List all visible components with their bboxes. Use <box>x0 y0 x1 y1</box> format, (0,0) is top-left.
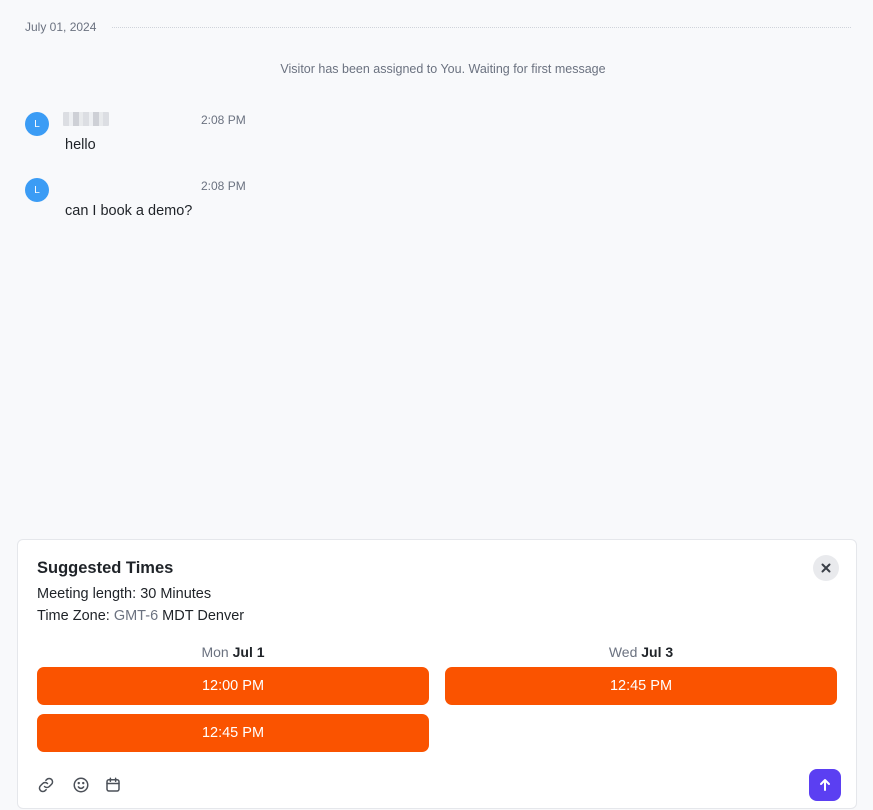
system-message: Visitor has been assigned to You. Waitin… <box>280 62 606 76</box>
day-header: Mon Jul 1 <box>37 644 429 660</box>
day-name: Wed <box>608 644 638 660</box>
day-date: Jul 3 <box>641 644 674 660</box>
avatar: L <box>25 112 49 136</box>
avatar: L <box>25 178 49 202</box>
link-icon[interactable] <box>36 775 56 795</box>
calendar-icon[interactable] <box>103 775 123 795</box>
date-divider-line <box>112 27 851 28</box>
send-button[interactable] <box>809 769 841 801</box>
time-zone: Time Zone: GMT-6 MDT Denver <box>37 608 244 624</box>
time-slot-button[interactable]: 12:00 PM <box>37 667 429 705</box>
sender-name-redacted <box>63 112 109 126</box>
message-time: 2:08 PM <box>201 179 246 193</box>
time-zone-offset: GMT-6 <box>113 608 159 624</box>
meeting-length-label: Meeting length: <box>37 586 137 602</box>
time-zone-name: MDT Denver <box>162 608 245 624</box>
send-arrow-up-icon <box>818 778 832 792</box>
time-zone-label: Time Zone: <box>37 608 110 624</box>
date-divider: July 01, 2024 <box>25 18 851 36</box>
meeting-length: Meeting length: 30 Minutes <box>37 586 211 602</box>
message-text: hello <box>65 137 96 153</box>
time-slot-button[interactable]: 12:45 PM <box>445 667 837 705</box>
message-text: can I book a demo? <box>65 203 193 219</box>
chat-window: July 01, 2024 Visitor has been assigned … <box>0 0 873 810</box>
day-date: Jul 1 <box>232 644 265 660</box>
day-header: Wed Jul 3 <box>445 644 837 660</box>
date-divider-label: July 01, 2024 <box>25 20 97 34</box>
card-title: Suggested Times <box>37 559 174 577</box>
time-slot-button[interactable]: 12:45 PM <box>37 714 429 752</box>
close-button[interactable] <box>813 555 839 581</box>
message-time: 2:08 PM <box>201 113 246 127</box>
suggested-times-card: Suggested Times Meeting length: 30 Minut… <box>17 539 857 809</box>
meeting-length-value: 30 Minutes <box>140 586 212 602</box>
emoji-icon[interactable] <box>71 775 91 795</box>
day-name: Mon <box>201 644 229 660</box>
close-icon <box>821 563 831 573</box>
